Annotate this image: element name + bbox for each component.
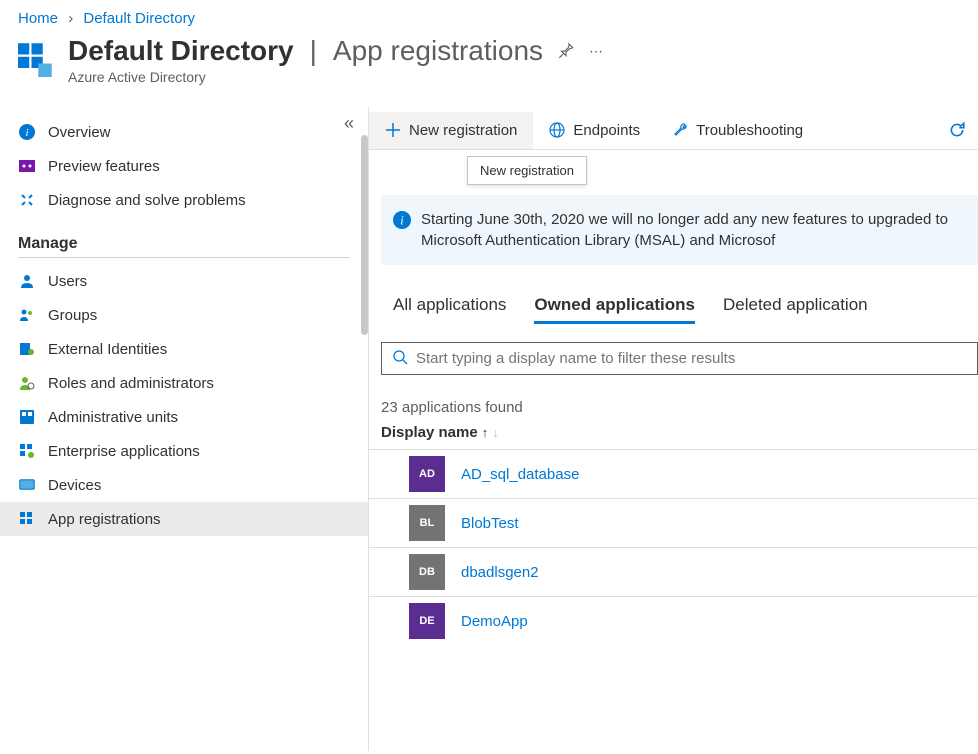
table-row[interactable]: AD AD_sql_database: [369, 449, 978, 498]
pin-icon[interactable]: [557, 41, 575, 62]
sidebar-item-devices[interactable]: Devices: [0, 468, 368, 502]
breadcrumb-home[interactable]: Home: [18, 10, 58, 27]
diagnose-icon: [18, 191, 36, 209]
admin-units-icon: [18, 408, 36, 426]
button-label: Endpoints: [573, 122, 640, 139]
user-icon: [18, 272, 36, 290]
app-list: AD AD_sql_database BL BlobTest DB dbadls…: [369, 449, 978, 645]
sidebar-item-label: Diagnose and solve problems: [48, 192, 246, 209]
collapse-icon[interactable]: «: [344, 113, 354, 134]
info-icon: i: [393, 211, 411, 229]
refresh-icon: [948, 121, 966, 139]
app-badge: AD: [409, 456, 445, 492]
troubleshooting-button[interactable]: Troubleshooting: [656, 112, 819, 149]
sort-ascending-icon: ↑: [482, 425, 489, 440]
svg-text:i: i: [25, 127, 28, 139]
toolbar: New registration Endpoints Troubleshooti…: [369, 111, 978, 150]
breadcrumb-current[interactable]: Default Directory: [83, 10, 195, 27]
table-row[interactable]: DB dbadlsgen2: [369, 547, 978, 596]
roles-icon: [18, 374, 36, 392]
app-badge: BL: [409, 505, 445, 541]
wrench-icon: [672, 122, 688, 138]
app-name-link[interactable]: dbadlsgen2: [461, 564, 539, 581]
sidebar-item-label: Enterprise applications: [48, 443, 200, 460]
sidebar-item-label: Users: [48, 273, 87, 290]
more-icon[interactable]: ⋯: [589, 43, 603, 60]
svg-text:i: i: [400, 214, 404, 228]
chevron-right-icon: ›: [68, 10, 73, 27]
sidebar-item-admin-units[interactable]: Administrative units: [0, 400, 368, 434]
table-row[interactable]: BL BlobTest: [369, 498, 978, 547]
sidebar-item-enterprise[interactable]: Enterprise applications: [0, 434, 368, 468]
sidebar-item-label: Roles and administrators: [48, 375, 214, 392]
button-label: Troubleshooting: [696, 122, 803, 139]
plus-icon: [385, 122, 401, 138]
directory-icon: [18, 41, 54, 77]
info-banner: i Starting June 30th, 2020 we will no lo…: [381, 195, 978, 265]
devices-icon: [18, 476, 36, 494]
app-name-link[interactable]: AD_sql_database: [461, 466, 579, 483]
sidebar-item-preview[interactable]: Preview features: [0, 149, 368, 183]
table-row[interactable]: DE DemoApp: [369, 596, 978, 645]
scrollbar[interactable]: [361, 135, 368, 335]
page-title-thin: App registrations: [333, 35, 543, 67]
globe-icon: [549, 122, 565, 138]
column-label: Display name: [381, 424, 478, 441]
app-name-link[interactable]: DemoApp: [461, 613, 528, 630]
sidebar-item-label: Devices: [48, 477, 101, 494]
sidebar-item-users[interactable]: Users: [0, 264, 368, 298]
tabs: All applications Owned applications Dele…: [393, 295, 978, 324]
sidebar: « i Overview Preview features Diagnose a…: [0, 107, 368, 751]
tooltip: New registration: [467, 156, 587, 185]
banner-text: Starting June 30th, 2020 we will no long…: [421, 209, 966, 251]
new-registration-button[interactable]: New registration: [369, 112, 533, 149]
tab-deleted-applications[interactable]: Deleted application: [723, 295, 868, 324]
app-registrations-icon: [18, 510, 36, 528]
sidebar-item-diagnose[interactable]: Diagnose and solve problems: [0, 183, 368, 217]
sidebar-item-external[interactable]: External Identities: [0, 332, 368, 366]
sidebar-item-label: Preview features: [48, 158, 160, 175]
sort-descending-icon: ↓: [492, 425, 499, 440]
page-header: Default Directory | App registrations ⋯ …: [0, 35, 978, 107]
button-label: New registration: [409, 122, 517, 139]
sidebar-item-overview[interactable]: i Overview: [0, 115, 368, 149]
title-separator: |: [310, 35, 317, 67]
info-icon: i: [18, 123, 36, 141]
tab-owned-applications[interactable]: Owned applications: [534, 295, 695, 324]
page-subtitle: Azure Active Directory: [68, 69, 603, 85]
page-title-bold: Default Directory: [68, 35, 294, 67]
search-box[interactable]: [381, 342, 978, 375]
sidebar-item-label: External Identities: [48, 341, 167, 358]
app-badge: DB: [409, 554, 445, 590]
search-icon: [392, 349, 408, 368]
sidebar-item-label: Administrative units: [48, 409, 178, 426]
external-icon: [18, 340, 36, 358]
groups-icon: [18, 306, 36, 324]
app-name-link[interactable]: BlobTest: [461, 515, 519, 532]
sidebar-item-app-registrations[interactable]: App registrations: [0, 502, 368, 536]
sidebar-section-manage: Manage: [18, 221, 350, 258]
sidebar-item-label: Overview: [48, 124, 111, 141]
enterprise-icon: [18, 442, 36, 460]
tab-all-applications[interactable]: All applications: [393, 295, 506, 324]
search-input[interactable]: [416, 350, 967, 367]
sidebar-item-roles[interactable]: Roles and administrators: [0, 366, 368, 400]
breadcrumb: Home › Default Directory: [0, 0, 978, 35]
column-header-display-name[interactable]: Display name ↑ ↓: [381, 424, 978, 441]
main-panel: New registration Endpoints Troubleshooti…: [368, 107, 978, 751]
preview-icon: [18, 157, 36, 175]
results-count: 23 applications found: [381, 399, 978, 416]
sidebar-item-label: App registrations: [48, 511, 161, 528]
sidebar-item-label: Groups: [48, 307, 97, 324]
refresh-button[interactable]: [932, 111, 978, 149]
sidebar-item-groups[interactable]: Groups: [0, 298, 368, 332]
app-badge: DE: [409, 603, 445, 639]
endpoints-button[interactable]: Endpoints: [533, 112, 656, 149]
